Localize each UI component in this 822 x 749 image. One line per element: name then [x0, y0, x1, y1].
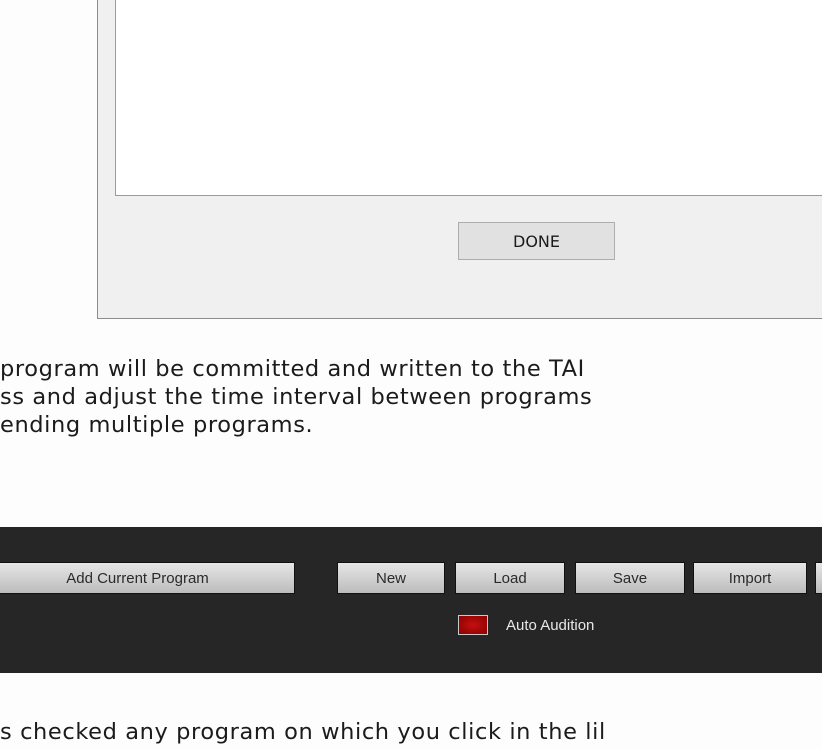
instruction-line: program will be committed and written to… [0, 356, 585, 382]
new-button[interactable]: New [337, 562, 445, 594]
instruction-paragraph-2: s checked any program on which you click… [0, 718, 606, 746]
program-dialog: DONE [97, 0, 822, 319]
import-button[interactable]: Import [693, 562, 807, 594]
auto-audition-label: Auto Audition [506, 616, 595, 634]
auto-audition-led-icon[interactable] [458, 615, 488, 635]
instruction-line: ss and adjust the time interval between … [0, 384, 593, 410]
load-button[interactable]: Load [455, 562, 565, 594]
more-button[interactable] [815, 562, 822, 594]
program-toolbar: Add Current Program New Load Save Import… [0, 527, 822, 673]
program-list-box[interactable] [115, 0, 822, 196]
save-button[interactable]: Save [575, 562, 685, 594]
instruction-line: s checked any program on which you click… [0, 719, 606, 745]
add-current-program-button[interactable]: Add Current Program [0, 562, 295, 594]
instruction-line: ending multiple programs. [0, 412, 314, 438]
auto-audition-toggle[interactable]: Auto Audition [458, 615, 594, 635]
instruction-paragraph: program will be committed and written to… [0, 355, 592, 439]
done-button[interactable]: DONE [458, 222, 615, 260]
